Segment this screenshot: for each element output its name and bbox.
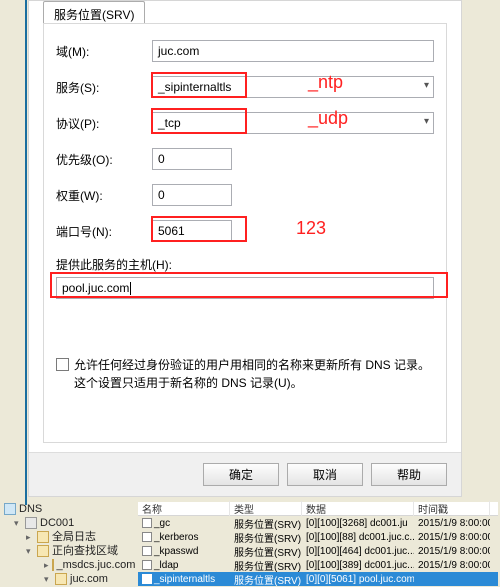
chevron-down-icon: ▾ (424, 116, 429, 127)
col-time[interactable]: 时间戳 (414, 501, 490, 516)
tree-zone-juc[interactable]: ▾juc.com (4, 572, 134, 586)
server-icon (25, 517, 37, 529)
chevron-down-icon: ▾ (424, 80, 429, 91)
tree-zone-msdcs[interactable]: ▸_msdcs.juc.com (4, 558, 134, 572)
domain-field: juc.com (152, 40, 434, 62)
expand-icon: ▾ (14, 516, 22, 530)
col-data[interactable]: 数据 (302, 501, 414, 516)
priority-input[interactable]: 0 (152, 148, 232, 170)
port-label: 端口号(N): (56, 223, 152, 240)
records-grid: 名称 类型 数据 时间戳 _gc服务位置(SRV)[0][100][3268] … (138, 502, 498, 586)
domain-label: 域(M): (56, 43, 152, 60)
table-row[interactable]: _gc服务位置(SRV)[0][100][3268] dc001.ju2015/… (138, 516, 498, 530)
host-label: 提供此服务的主机(H): (56, 256, 434, 273)
folder-icon (37, 531, 49, 543)
grid-header: 名称 类型 数据 时间戳 (138, 502, 498, 516)
expand-icon: ▸ (44, 558, 49, 572)
table-row[interactable]: _ldap服务位置(SRV)[0][100][389] dc001.juc...… (138, 558, 498, 572)
dns-icon (4, 503, 16, 515)
folder-icon (37, 545, 49, 557)
protocol-value: _tcp (158, 116, 181, 130)
zone-icon (52, 559, 54, 571)
protocol-label: 协议(P): (56, 115, 152, 132)
tree-forward-zones[interactable]: ▾正向查找区域 (4, 544, 134, 558)
col-name[interactable]: 名称 (138, 501, 230, 516)
table-row-selected[interactable]: _sipinternaltls服务位置(SRV)[0][0][5061] poo… (138, 572, 498, 586)
text-cursor (130, 282, 131, 295)
record-icon (142, 560, 152, 570)
record-icon (142, 546, 152, 556)
form-panel: 域(M): juc.com 服务(S): _sipinternaltls ▾ 协… (43, 23, 447, 443)
priority-label: 优先级(O): (56, 151, 152, 168)
expand-icon: ▾ (44, 572, 52, 586)
tree-global-log[interactable]: ▸全局日志 (4, 530, 134, 544)
table-row[interactable]: _kpasswd服务位置(SRV)[0][100][464] dc001.juc… (138, 544, 498, 558)
host-input[interactable]: pool.juc.com (56, 277, 434, 299)
tree-server[interactable]: ▾DC001 (4, 516, 134, 530)
weight-input[interactable]: 0 (152, 184, 232, 206)
protocol-combo[interactable]: _tcp ▾ (152, 112, 434, 134)
port-input[interactable]: 5061 (152, 220, 232, 242)
host-value: pool.juc.com (62, 281, 129, 295)
zone-icon (55, 573, 67, 585)
button-bar: 确定 取消 帮助 (29, 452, 461, 496)
expand-icon: ▾ (26, 544, 34, 558)
allow-update-label: 允许任何经过身份验证的用户用相同的名称来更新所有 DNS 记录。这个设置只适用于… (74, 356, 434, 392)
service-label: 服务(S): (56, 79, 152, 96)
table-row[interactable]: _kerberos服务位置(SRV)[0][100][88] dc001.juc… (138, 530, 498, 544)
record-icon (142, 518, 152, 528)
service-combo[interactable]: _sipinternaltls ▾ (152, 76, 434, 98)
ok-button[interactable]: 确定 (203, 463, 279, 486)
cancel-button[interactable]: 取消 (287, 463, 363, 486)
expand-icon: ▸ (26, 530, 34, 544)
col-type[interactable]: 类型 (230, 501, 302, 516)
dns-tree: DNS ▾DC001 ▸全局日志 ▾正向查找区域 ▸_msdcs.juc.com… (4, 502, 134, 586)
service-value: _sipinternaltls (158, 80, 231, 94)
srv-dialog: 服务位置(SRV) 域(M): juc.com 服务(S): _sipinter… (28, 0, 462, 497)
record-icon (142, 532, 152, 542)
allow-update-checkbox[interactable] (56, 358, 69, 371)
tree-root-dns[interactable]: DNS (4, 502, 134, 516)
help-button[interactable]: 帮助 (371, 463, 447, 486)
weight-label: 权重(W): (56, 187, 152, 204)
